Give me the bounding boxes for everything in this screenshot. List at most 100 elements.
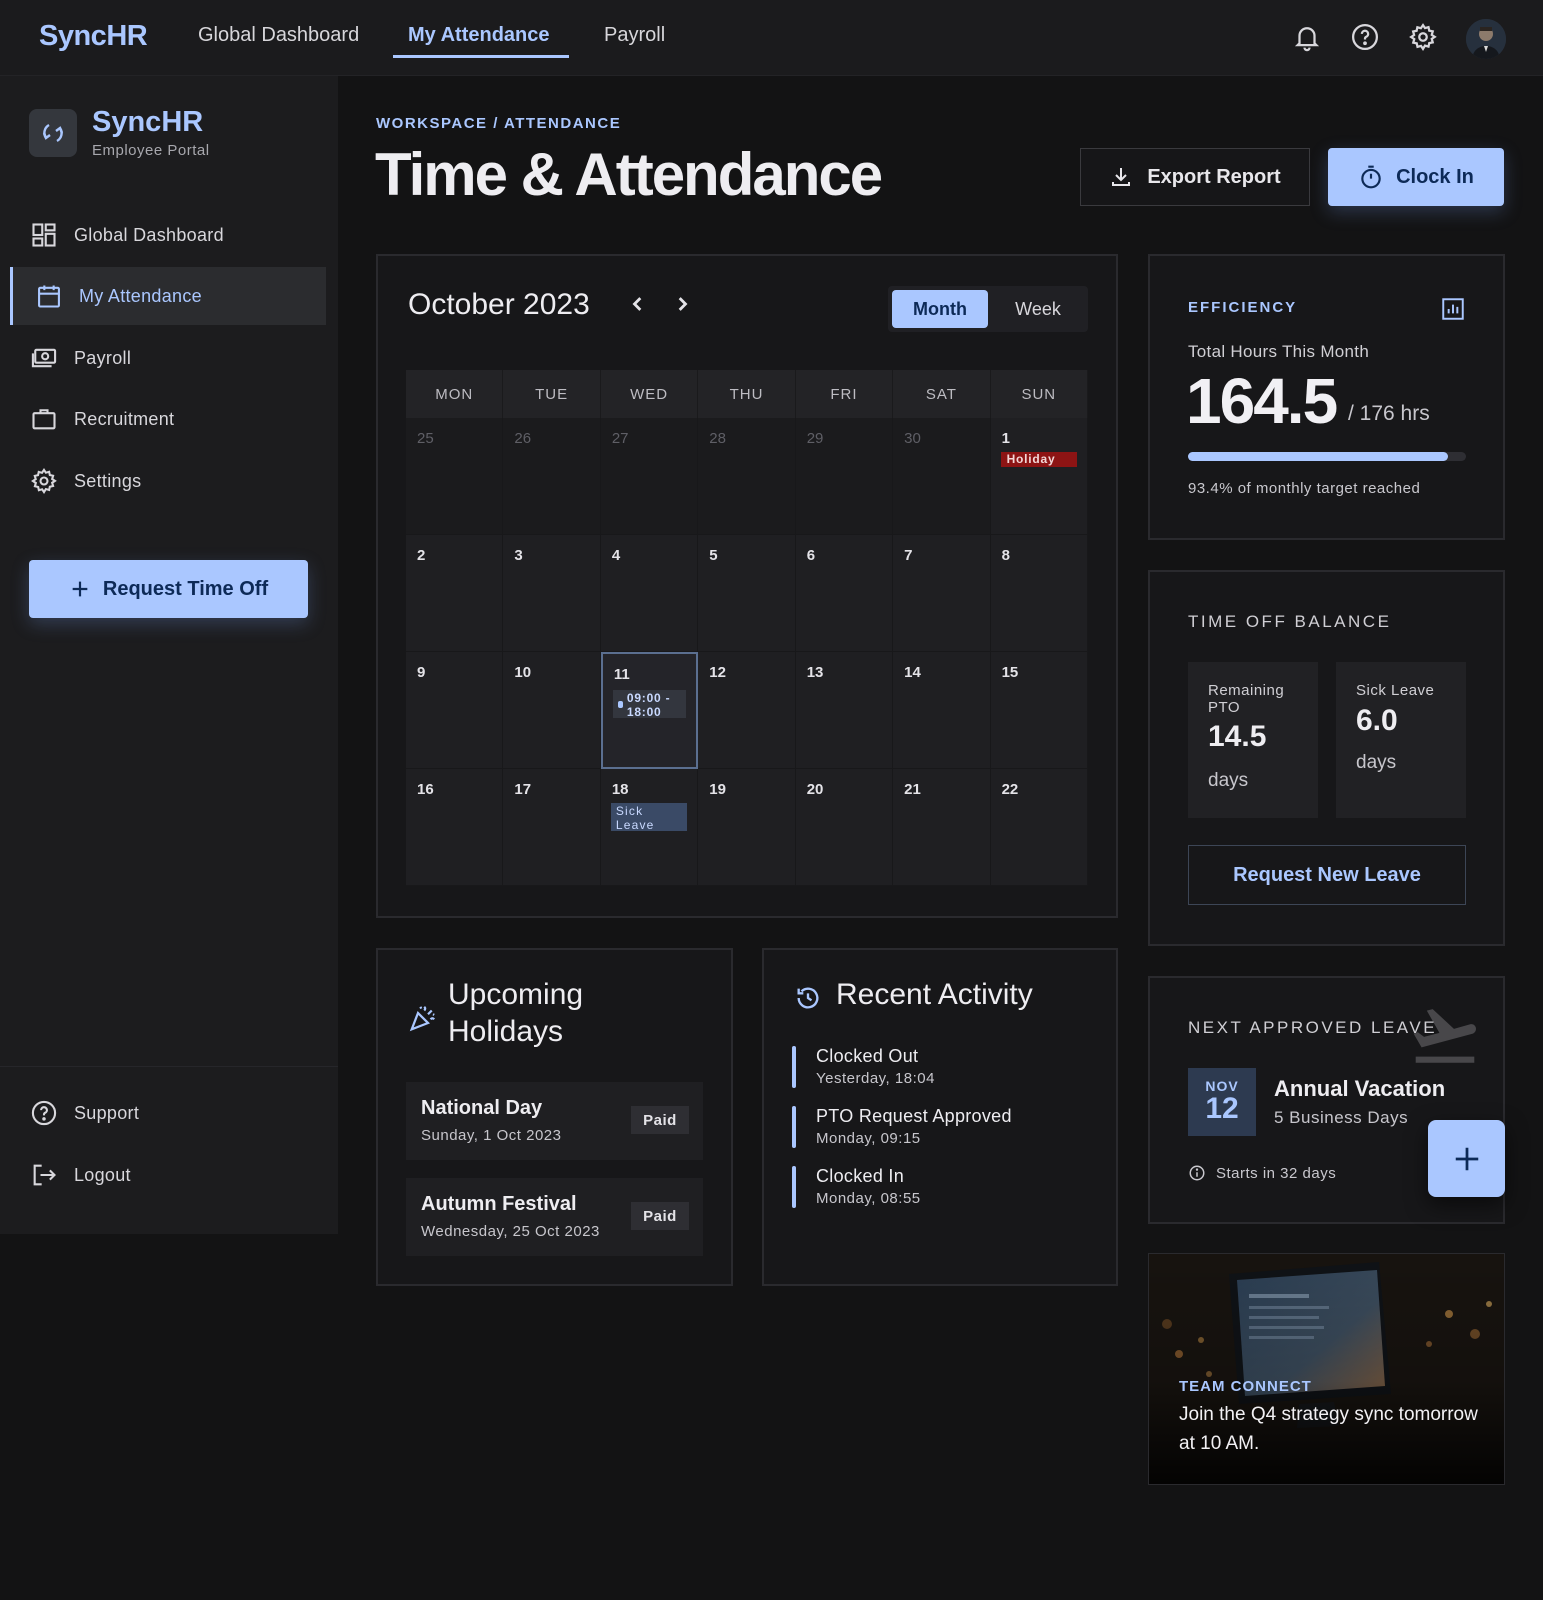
efficiency-footnote: 93.4% of monthly target reached <box>1188 480 1421 497</box>
user-avatar-icon <box>1466 19 1506 59</box>
activity-time: Yesterday, 18:04 <box>816 1070 935 1087</box>
calendar-day[interactable]: 20 <box>795 769 894 886</box>
shift-event-tag[interactable]: 09:00 - 18:00 <box>612 690 687 719</box>
calendar-day[interactable]: 6 <box>795 535 894 652</box>
day-number: 19 <box>709 781 726 798</box>
topnav-global-dashboard[interactable]: Global Dashboard <box>198 24 359 47</box>
calendar-card: October 2023 Month Week MON TUE WED THU … <box>376 254 1118 918</box>
gear-icon[interactable] <box>1408 22 1438 52</box>
day-number: 20 <box>806 781 824 798</box>
clock-in-label: Clock In <box>1396 165 1474 188</box>
calendar-day[interactable]: 9 <box>406 652 504 769</box>
topnav-my-attendance[interactable]: My Attendance <box>408 24 550 47</box>
view-week-button[interactable]: Week <box>992 290 1084 328</box>
brand-logo[interactable]: SyncHR <box>39 20 148 53</box>
calendar-day[interactable]: 5 <box>698 535 796 652</box>
help-icon[interactable] <box>1350 22 1380 52</box>
team-connect-card[interactable]: TEAM CONNECT Join the Q4 strategy sync t… <box>1148 1253 1505 1485</box>
holiday-date: Wednesday, 25 Oct 2023 <box>421 1223 600 1240</box>
day-number: 1 <box>1001 430 1010 447</box>
day-number: 16 <box>417 781 434 798</box>
calendar-day[interactable]: 18 Sick Leave <box>600 769 699 886</box>
day-number: 30 <box>904 430 921 447</box>
calendar-day[interactable]: 28 <box>698 418 796 535</box>
holidays-title: Upcoming Holidays <box>448 978 584 1048</box>
weekday-label: SUN <box>991 370 1088 418</box>
avatar[interactable] <box>1466 19 1506 59</box>
add-fab-button[interactable] <box>1428 1120 1505 1197</box>
analytics-icon[interactable] <box>1440 296 1466 322</box>
calendar-day[interactable]: 12 <box>698 652 796 769</box>
view-toggle: Month Week <box>888 286 1088 332</box>
recent-activity-card: Recent Activity Clocked Out Yesterday, 1… <box>762 948 1118 1286</box>
calendar-day[interactable]: 14 <box>893 652 991 769</box>
holiday-item[interactable]: National Day Sunday, 1 Oct 2023 Paid <box>406 1082 703 1160</box>
day-number: 4 <box>611 547 621 564</box>
sidebar-item-global-dashboard[interactable]: Global Dashboard <box>10 206 326 264</box>
calendar-day[interactable]: 7 <box>893 535 991 652</box>
day-number: 26 <box>514 430 532 447</box>
calendar-days: 25 26 27 28 29 30 1 Holiday 2 3 4 5 6 7 8 9 10 11 09:00 - … <box>406 418 1088 886</box>
calendar-day-today[interactable]: 11 09:00 - 18:00 <box>600 652 699 769</box>
calendar-day[interactable]: 8 <box>990 535 1088 652</box>
request-time-off-button[interactable]: Request Time Off <box>29 560 308 618</box>
calendar-day[interactable]: 2 <box>406 535 504 652</box>
sidebar-item-payroll[interactable]: Payroll <box>10 329 326 387</box>
request-new-leave-button[interactable]: Request New Leave <box>1188 845 1466 905</box>
remaining-pto-box: Remaining PTO 14.5 days <box>1188 662 1318 818</box>
upcoming-holidays-card: Upcoming Holidays National Day Sunday, 1… <box>376 948 733 1286</box>
team-connect-text: Join the Q4 strategy sync tomorrow at 10… <box>1179 1404 1478 1454</box>
calendar-day[interactable]: 1 Holiday <box>990 418 1088 535</box>
calendar-day[interactable]: 16 <box>406 769 504 886</box>
next-leave-subtitle: 5 Business Days <box>1274 1108 1409 1127</box>
weekday-label: TUE <box>503 370 601 418</box>
next-leave-date: NOV 12 <box>1188 1068 1256 1136</box>
request-time-off-label: Request Time Off <box>102 577 269 600</box>
calendar-day[interactable]: 15 <box>990 652 1088 769</box>
calendar-day[interactable]: 17 <box>503 769 601 886</box>
calendar-day[interactable]: 27 <box>600 418 699 535</box>
sick-leave-value: 6.0 <box>1356 704 1398 737</box>
starts-in-text: Starts in 32 days <box>1216 1164 1337 1182</box>
clock-in-button[interactable]: Clock In <box>1328 148 1504 206</box>
sidebar-item-recruitment[interactable]: Recruitment <box>10 390 326 448</box>
calendar-day[interactable]: 19 <box>698 769 796 886</box>
holiday-item[interactable]: Autumn Festival Wednesday, 25 Oct 2023 P… <box>406 1178 703 1256</box>
holiday-date: Sunday, 1 Oct 2023 <box>421 1127 562 1144</box>
view-month-button[interactable]: Month <box>892 290 988 328</box>
total-hours-value: 164.5 <box>1186 365 1338 437</box>
download-icon <box>1112 168 1131 186</box>
calendar-day[interactable]: 4 <box>600 535 699 652</box>
day-number: 5 <box>709 547 718 564</box>
calendar-day[interactable]: 30 <box>893 418 991 535</box>
day-number: 28 <box>709 430 726 447</box>
topnav-payroll[interactable]: Payroll <box>604 24 665 47</box>
chevron-left-icon[interactable] <box>624 290 652 318</box>
calendar-day[interactable]: 10 <box>503 652 601 769</box>
calendar-day[interactable]: 25 <box>406 418 504 535</box>
weekday-label: FRI <box>796 370 894 418</box>
sidebar-title: SyncHR <box>92 106 204 138</box>
chevron-right-icon[interactable] <box>668 290 696 318</box>
day-number: 18 <box>611 781 629 798</box>
sidebar-item-support[interactable]: Support <box>10 1084 326 1142</box>
day-number: 12 <box>709 664 726 681</box>
export-report-button[interactable]: Export Report <box>1080 148 1310 206</box>
bell-icon[interactable] <box>1292 22 1322 52</box>
sidebar-item-logout[interactable]: Logout <box>10 1146 326 1204</box>
calendar-day[interactable]: 26 <box>503 418 601 535</box>
calendar-day[interactable]: 13 <box>795 652 894 769</box>
day-number: 7 <box>904 547 913 564</box>
calendar-day[interactable]: 29 <box>795 418 894 535</box>
calendar-day[interactable]: 3 <box>503 535 601 652</box>
sidebar-item-settings[interactable]: Settings <box>10 452 326 510</box>
sick-leave-box: Sick Leave 6.0 days <box>1336 662 1466 818</box>
sick-event-tag[interactable]: Sick Leave <box>610 803 688 832</box>
holiday-event-tag[interactable]: Holiday <box>1000 452 1077 467</box>
calendar-day[interactable]: 22 <box>990 769 1088 886</box>
sidebar-item-label: Logout <box>74 1164 131 1185</box>
calendar-day[interactable]: 21 <box>893 769 991 886</box>
day-number: 27 <box>611 430 629 447</box>
sidebar-subtitle: Employee Portal <box>92 142 210 159</box>
sidebar-item-my-attendance[interactable]: My Attendance <box>10 267 326 325</box>
